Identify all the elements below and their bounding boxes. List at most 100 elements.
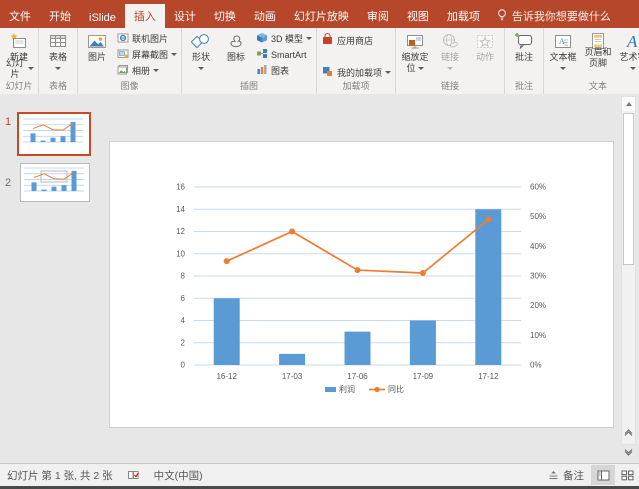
slide-thumbnail-2[interactable] <box>20 163 90 202</box>
header-footer-button[interactable]: 页眉和页脚 <box>581 29 615 64</box>
zoom-button[interactable]: 缩放定 位 <box>398 29 432 75</box>
tab-islide[interactable]: iSlide <box>80 8 125 28</box>
group-links: 缩放定 位 链接 动作 链接 <box>396 28 505 94</box>
link-globe-icon <box>440 30 460 52</box>
lightbulb-icon <box>497 9 507 24</box>
link-button[interactable]: 链接 <box>433 29 467 75</box>
tab-view[interactable]: 视图 <box>398 4 438 28</box>
svg-text:16-12: 16-12 <box>216 372 237 381</box>
screenshot-button[interactable]: 屏幕截图 <box>115 47 179 62</box>
slide-thumbnail-1[interactable] <box>17 112 91 156</box>
chart-button[interactable]: 图表 <box>254 63 314 78</box>
table-button[interactable]: 表格 <box>41 29 75 75</box>
spellcheck-button[interactable] <box>120 469 147 481</box>
svg-text:50%: 50% <box>530 212 546 221</box>
chevron-down-icon <box>153 69 159 72</box>
smartart-button[interactable]: SmartArt <box>254 47 314 62</box>
group-illustrations: 形状 图标 3D 模型 <box>182 28 317 94</box>
icons-button[interactable]: 图标 <box>219 29 253 64</box>
tab-slideshow[interactable]: 幻灯片放映 <box>285 4 358 28</box>
svg-text:0%: 0% <box>530 361 542 370</box>
vertical-scrollbar[interactable] <box>621 96 636 445</box>
slide-sorter-view-button[interactable] <box>615 465 639 485</box>
action-button[interactable]: 动作 <box>468 29 502 64</box>
chevron-down-icon <box>306 37 312 40</box>
scroll-up-button[interactable] <box>622 97 635 111</box>
duck-icon <box>227 30 245 52</box>
wordart-icon: A <box>623 30 639 52</box>
shapes-button[interactable]: 形状 <box>184 29 218 75</box>
next-slide-button[interactable] <box>624 443 633 461</box>
my-addins-icon <box>321 65 334 79</box>
group-label-images: 图像 <box>80 81 179 94</box>
group-label-links: 链接 <box>398 81 502 94</box>
group-comments: 批注 批注 <box>505 28 544 94</box>
svg-text:60%: 60% <box>530 183 546 192</box>
slide-counter[interactable]: 幻灯片 第 1 张, 共 2 张 <box>0 468 120 483</box>
svg-text:40%: 40% <box>530 242 546 251</box>
normal-view-icon <box>597 470 610 481</box>
powerpoint-window: 文件 开始 iSlide 插入 设计 切换 动画 幻灯片放映 审阅 视图 加载项… <box>0 0 639 489</box>
slide-thumbnail-chart <box>20 115 86 149</box>
3d-model-icon <box>256 32 268 45</box>
comment-button[interactable]: 批注 <box>507 29 541 64</box>
group-slides: 新建 幻灯片 幻灯片 <box>0 28 39 94</box>
tab-review[interactable]: 审阅 <box>358 4 398 28</box>
wordart-button[interactable]: A 艺术字 <box>616 29 639 75</box>
picture-button[interactable]: 图片 <box>80 29 114 64</box>
svg-text:A: A <box>626 32 638 51</box>
group-label-table: 表格 <box>41 81 75 94</box>
photo-album-icon <box>117 64 129 77</box>
tell-me-label: 告诉我你想要做什么 <box>512 8 611 24</box>
status-bar: 幻灯片 第 1 张, 共 2 张 中文(中国) 备注 <box>0 463 639 486</box>
chevron-down-icon <box>55 67 61 70</box>
tab-animations[interactable]: 动画 <box>245 4 285 28</box>
svg-text:2: 2 <box>181 338 186 347</box>
my-addins-button[interactable]: 我的加载项 <box>319 64 393 80</box>
svg-text:17-06: 17-06 <box>347 372 368 381</box>
textbox-button[interactable]: A 文本框 <box>546 29 580 75</box>
table-icon <box>49 30 67 52</box>
scrollbar-thumb[interactable] <box>623 113 634 265</box>
language-indicator[interactable]: 中文(中国) <box>147 468 210 483</box>
notes-button[interactable]: 备注 <box>541 468 591 483</box>
svg-text:利润: 利润 <box>339 384 355 394</box>
svg-text:12: 12 <box>176 227 185 236</box>
svg-text:6: 6 <box>181 294 186 303</box>
slide-1-number: 1 <box>5 116 11 128</box>
tab-addins[interactable]: 加载项 <box>438 4 489 28</box>
chevron-down-icon <box>198 67 204 70</box>
slide-canvas[interactable]: 02468101214160%10%20%30%40%50%60%16-1217… <box>109 141 614 428</box>
group-table: 表格 表格 <box>39 28 78 94</box>
tab-transitions[interactable]: 切换 <box>205 4 245 28</box>
group-label-text: 文本 <box>546 81 639 94</box>
svg-text:16: 16 <box>176 183 185 192</box>
notes-icon <box>548 470 559 480</box>
online-pictures-icon <box>117 32 129 45</box>
svg-text:10%: 10% <box>530 331 546 340</box>
new-slide-button[interactable]: 新建 幻灯片 <box>2 29 36 75</box>
svg-text:0: 0 <box>181 361 186 370</box>
tell-me-box[interactable]: 告诉我你想要做什么 <box>489 4 619 28</box>
previous-slide-button[interactable] <box>624 423 633 441</box>
photo-album-button[interactable]: 相册 <box>115 63 179 78</box>
title-bar: 文件 开始 iSlide 插入 设计 切换 动画 幻灯片放映 审阅 视图 加载项… <box>0 0 639 28</box>
svg-text:同比: 同比 <box>388 384 404 394</box>
tab-file[interactable]: 文件 <box>0 4 40 28</box>
chevron-down-icon <box>171 53 177 56</box>
online-pictures-button[interactable]: 联机图片 <box>115 31 179 46</box>
svg-text:17-09: 17-09 <box>413 372 434 381</box>
chart[interactable]: 02468101214160%10%20%30%40%50%60%16-1217… <box>110 142 615 429</box>
chevron-down-icon <box>418 67 424 70</box>
textbox-icon: A <box>553 30 573 52</box>
store-button[interactable]: 应用商店 <box>319 32 393 48</box>
tab-home[interactable]: 开始 <box>40 4 80 28</box>
picture-icon <box>87 30 107 52</box>
svg-text:30%: 30% <box>530 272 546 281</box>
tab-insert[interactable]: 插入 <box>125 4 165 28</box>
normal-view-button[interactable] <box>591 465 615 485</box>
action-star-icon <box>475 30 495 52</box>
tab-design[interactable]: 设计 <box>165 4 205 28</box>
svg-text:8: 8 <box>181 272 186 281</box>
3d-model-button[interactable]: 3D 模型 <box>254 31 314 46</box>
